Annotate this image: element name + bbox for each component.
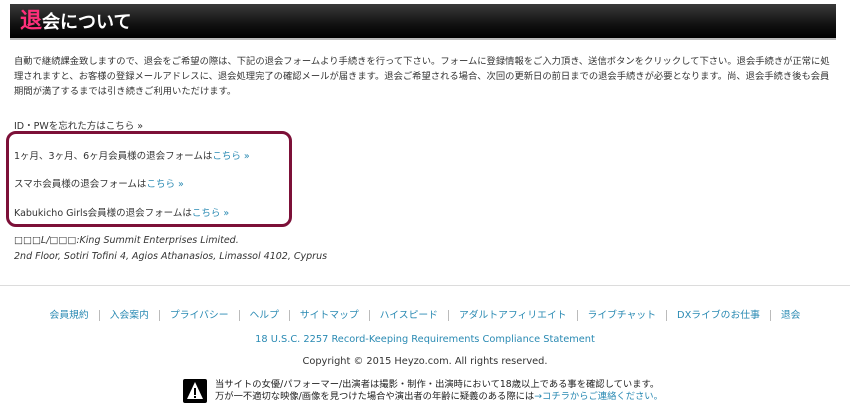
page-title: 退会について [20, 9, 131, 36]
form-link-smartphone[interactable]: こちら » [146, 179, 183, 190]
company-info: □□□L/□□□:King Summit Enterprises Limited… [14, 233, 327, 265]
form-row-smartphone: スマホ会員様の退会フォームはこちら » [14, 176, 184, 190]
footer-divider [0, 285, 850, 286]
company-address: 2nd Floor, Sotiri Tofini 4, Agios Athana… [14, 251, 328, 262]
page-title-rest: 会について [42, 12, 132, 33]
age-notice: 当サイトの女優/パフォーマー/出演者は撮影・制作・出演時において18歳以上である… [183, 379, 703, 405]
page-header: 退会について [10, 4, 836, 40]
footer-link-dxlive-jobs[interactable]: DXライブのお仕事 [667, 310, 771, 321]
form-link-kabukicho[interactable]: こちら » [192, 208, 229, 219]
footer-nav: 会員規約 入会案内 プライバシー ヘルプ サイトマップ ハイスピード アダルトアフィリエイト… [0, 307, 850, 321]
form-row-label: 1ヶ月、3ヶ月、6ヶ月会員様の退会フォームは [14, 151, 213, 162]
page-title-accent: 退 [20, 9, 43, 34]
intro-paragraph: 自動で継続課金致しますので、退会をご希望の際は、下記の退会フォームより手続きを行… [14, 56, 830, 97]
age-notice-text: 当サイトの女優/パフォーマー/出演者は撮影・制作・出演時において18歳以上である… [215, 379, 663, 403]
footer-link-privacy[interactable]: プライバシー [159, 310, 240, 321]
age-notice-line2: 万が一不適切な映像/画像を見つけた場合や演出者の年齢に疑義のある際には→コチラか… [215, 391, 663, 403]
footer-link-withdraw[interactable]: 退会 [771, 310, 811, 321]
footer-link-join[interactable]: 入会案内 [99, 310, 160, 321]
company-name: □□□L/□□□:King Summit Enterprises Limited… [14, 235, 239, 246]
footer-link-sitemap[interactable]: サイトマップ [289, 310, 370, 321]
form-row-kabukicho: Kabukicho Girls会員様の退会フォームはこちら » [14, 205, 229, 219]
footer-link-affiliate[interactable]: アダルトアフィリエイト [448, 310, 578, 321]
age-notice-contact-link[interactable]: →コチラからご連絡ください。 [534, 391, 663, 402]
age-notice-line1: 当サイトの女優/パフォーマー/出演者は撮影・制作・出演時において18歳以上である… [215, 379, 660, 390]
form-row-label: Kabukicho Girls会員様の退会フォームは [14, 208, 192, 219]
age-verification-icon [183, 379, 207, 403]
forgot-id-pw-link[interactable]: ID・PWを忘れた方はこちら » [14, 118, 143, 132]
age-notice-line2-text: 万が一不適切な映像/画像を見つけた場合や演出者の年齢に疑義のある際には [215, 391, 535, 402]
footer-link-livechat[interactable]: ライブチャット [577, 310, 668, 321]
form-row-label: スマホ会員様の退会フォームは [14, 179, 147, 190]
copyright-text: Copyright © 2015 Heyzo.com. All rights r… [302, 356, 548, 367]
footer-link-highspeed[interactable]: ハイスピード [369, 310, 449, 321]
usc-2257-link[interactable]: 18 U.S.C. 2257 Record-Keeping Requiremen… [0, 334, 850, 345]
footer-link-terms[interactable]: 会員規約 [39, 310, 100, 321]
form-link-monthly[interactable]: こちら » [212, 151, 249, 162]
form-row-monthly: 1ヶ月、3ヶ月、6ヶ月会員様の退会フォームはこちら » [14, 148, 250, 162]
footer-link-help[interactable]: ヘルプ [239, 310, 290, 321]
